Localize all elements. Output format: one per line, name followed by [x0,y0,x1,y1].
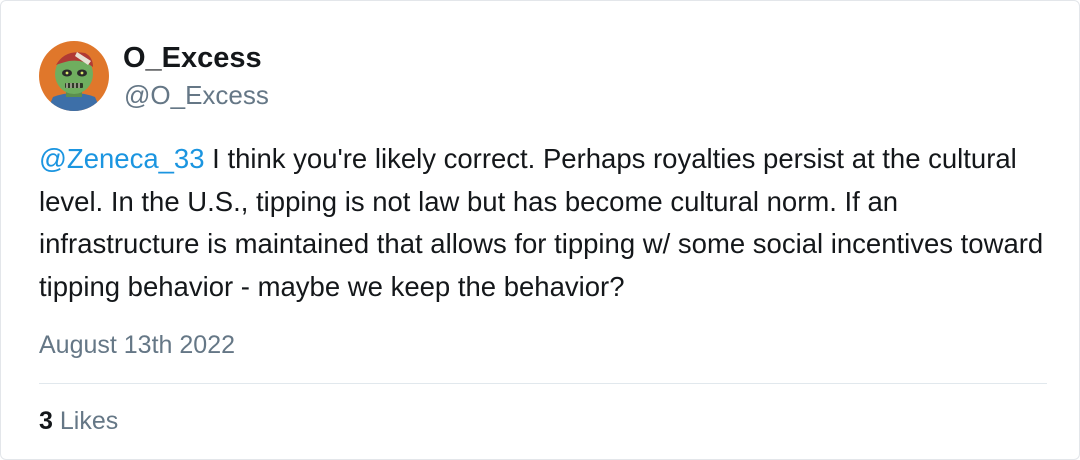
mention-link[interactable]: @Zeneca_33 [39,143,205,174]
divider [39,383,1047,384]
tweet-card: O_Excess @O_Excess @Zeneca_33 I think yo… [0,0,1080,460]
tweet-date[interactable]: August 13th 2022 [39,329,235,361]
avatar[interactable] [39,41,109,111]
author-handle[interactable]: @O_Excess [124,79,269,111]
zombie-avatar-icon [39,41,109,111]
likes-count: 3 [39,407,53,435]
likes-label: Likes [59,407,119,435]
author-display-name[interactable]: O_Excess [123,41,262,75]
tweet-text: @Zeneca_33 I think you're likely correct… [39,138,1049,308]
likes-stat[interactable]: 3 Likes [39,405,118,437]
